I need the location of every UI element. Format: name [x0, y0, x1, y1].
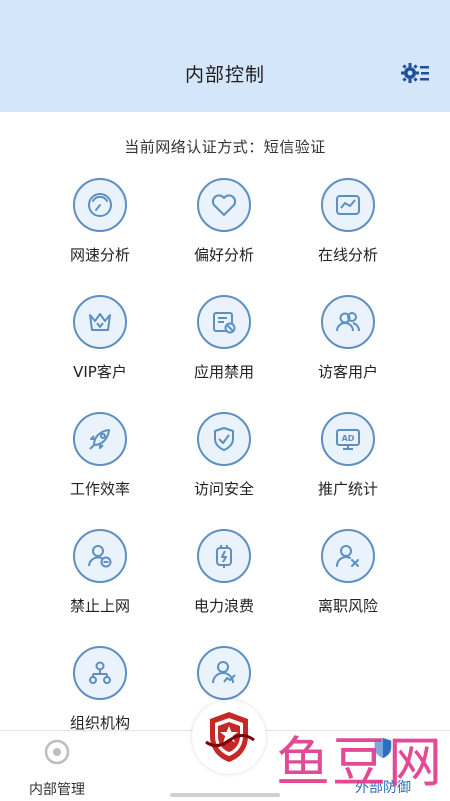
- tile-label: 访问安全: [193, 480, 254, 498]
- tile-power-waste[interactable]: 电力浪费: [162, 529, 286, 646]
- feature-grid: 网速分析 偏好分析 在线分析 VIP客户 应用禁用 访客用户 工作效率 访问安全…: [38, 178, 410, 763]
- shield-star-logo-icon: [205, 712, 255, 762]
- center-badge-button[interactable]: [192, 700, 266, 774]
- tile-label: 在线分析: [317, 246, 378, 264]
- tile-vip-customers[interactable]: VIP客户: [38, 295, 162, 412]
- app-header: 内部控制: [0, 0, 450, 112]
- tile-access-security[interactable]: 访问安全: [162, 412, 286, 529]
- tile-label: 工作效率: [69, 480, 130, 498]
- user-chart-icon: [197, 646, 251, 700]
- tile-label: 电力浪费: [193, 597, 254, 615]
- tile-work-efficiency[interactable]: 工作效率: [38, 412, 162, 529]
- shield-check-icon: [197, 412, 251, 466]
- settings-list-icon: [401, 63, 429, 83]
- org-chart-icon: [73, 646, 127, 700]
- tile-label: 离职风险: [317, 597, 378, 615]
- online-chart-icon: [321, 178, 375, 232]
- svg-text:AD: AD: [342, 434, 355, 443]
- tile-resign-risk[interactable]: 离职风险: [286, 529, 410, 646]
- watermark-text: 鱼豆网: [276, 731, 444, 794]
- tile-visitor-users[interactable]: 访客用户: [286, 295, 410, 412]
- speedometer-icon: [73, 178, 127, 232]
- tile-online-analysis[interactable]: 在线分析: [286, 178, 410, 295]
- app-ban-icon: [197, 295, 251, 349]
- tile-promotion-stats[interactable]: AD 推广统计: [286, 412, 410, 529]
- tile-label: 推广统计: [317, 480, 378, 498]
- tile-label: 禁止上网: [69, 597, 130, 615]
- user-minus-icon: [73, 529, 127, 583]
- tile-block-internet[interactable]: 禁止上网: [38, 529, 162, 646]
- ad-icon: AD: [321, 412, 375, 466]
- tab-internal-management[interactable]: 内部管理: [12, 739, 102, 799]
- internal-icon: [44, 739, 70, 765]
- tile-label: 应用禁用: [193, 363, 254, 381]
- tile-preference-analysis[interactable]: 偏好分析: [162, 178, 286, 295]
- power-icon: [197, 529, 251, 583]
- heart-icon: [197, 178, 251, 232]
- home-indicator: [170, 793, 280, 797]
- crown-icon: [73, 295, 127, 349]
- tile-app-ban[interactable]: 应用禁用: [162, 295, 286, 412]
- rocket-icon: [73, 412, 127, 466]
- auth-method-text: 当前网络认证方式：短信验证: [124, 138, 326, 156]
- tile-label: 访客用户: [317, 363, 378, 381]
- tile-speed-analysis[interactable]: 网速分析: [38, 178, 162, 295]
- tab-label: 内部管理: [29, 782, 85, 798]
- user-remove-icon: [321, 529, 375, 583]
- tile-label: VIP客户: [73, 363, 127, 381]
- settings-button[interactable]: [401, 60, 429, 86]
- visitors-icon: [321, 295, 375, 349]
- tile-label: 偏好分析: [193, 246, 254, 264]
- page-title: 内部控制: [184, 64, 265, 86]
- tile-label: 网速分析: [69, 246, 130, 264]
